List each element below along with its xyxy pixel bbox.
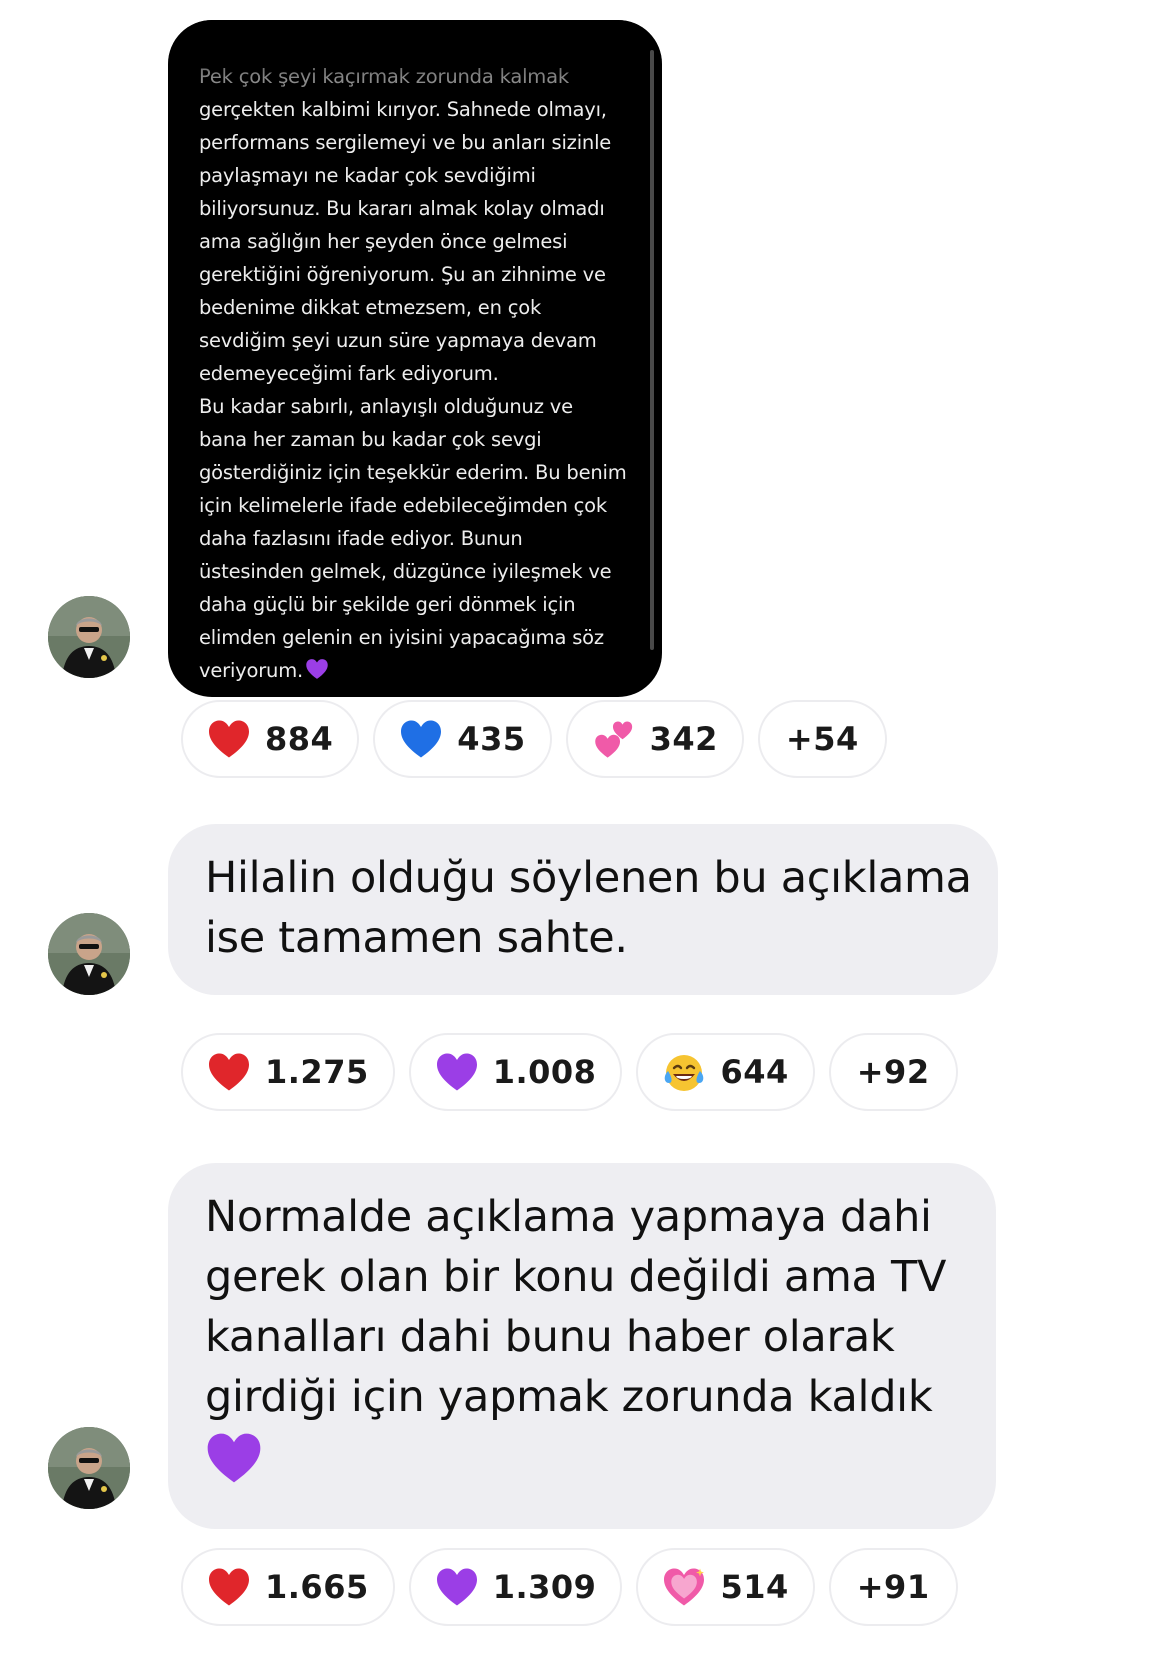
avatar-photo-icon (48, 1427, 130, 1509)
purple-heart-icon (207, 1433, 261, 1483)
more-reactions-pill[interactable]: +54 (757, 700, 887, 778)
avatar-photo-icon (48, 596, 130, 678)
message-line: girdiği için yapmak zorunda kaldık (205, 1372, 933, 1422)
screenshot-line: gerektiğini öğreniyorum. Şu an zihnime v… (199, 263, 606, 286)
purple-heart-icon (436, 1568, 477, 1606)
reaction-pill[interactable]: 1.309 (408, 1548, 623, 1626)
screenshot-line: bana her zaman bu kadar çok sevgi (199, 428, 542, 451)
message-line: Normalde açıklama yapmaya dahi (205, 1192, 932, 1242)
reaction-count: 1.309 (492, 1568, 597, 1606)
more-reactions-count: +91 (856, 1568, 930, 1606)
screenshot-line: paylaşmayı ne kadar çok sevdiğimi (199, 164, 536, 187)
screenshot-line: bedenime dikkat etmezsem, en çok (199, 296, 542, 319)
reaction-count: 342 (649, 720, 718, 758)
screenshot-image-bubble[interactable]: Pek çok şeyi kaçırmak zorunda kalmak ger… (168, 20, 662, 697)
reaction-count: 1.008 (492, 1053, 597, 1091)
purple-heart-icon (436, 1053, 477, 1091)
red-heart-icon (209, 1053, 249, 1091)
screenshot-line: edemeyeceğimi fark ediyorum. (199, 362, 499, 385)
reaction-count: 1.665 (265, 1568, 369, 1606)
two-hearts-icon (594, 721, 632, 758)
reaction-pill[interactable]: 514 (636, 1548, 815, 1626)
reaction-pill[interactable]: 884 (181, 700, 360, 778)
screenshot-line: daha güçlü bir şekilde geri dönmek için (199, 593, 576, 616)
reaction-pill[interactable]: 1.665 (181, 1548, 395, 1626)
message-line: kanalları dahi bunu haber olarak (205, 1312, 895, 1362)
message-line: Hilalin olduğu söylenen bu açıklama (205, 853, 972, 903)
reaction-pill[interactable]: 644 (636, 1033, 815, 1111)
screenshot-line: Bu kadar sabırlı, anlayışlı olduğunuz ve (199, 395, 573, 418)
sender-avatar[interactable] (48, 913, 130, 995)
more-reactions-pill[interactable]: +92 (828, 1033, 958, 1111)
message-bubble[interactable]: Hilalin olduğu söylenen bu açıklama ise … (168, 824, 998, 995)
reaction-count: 435 (457, 720, 526, 758)
screenshot-line-last: veriyorum. (199, 654, 639, 687)
screenshot-line: daha fazlasını ifade ediyor. Bunun (199, 527, 523, 550)
message-line: gerek olan bir konu değildi ama TV (205, 1252, 947, 1302)
sender-avatar[interactable] (48, 596, 130, 678)
reaction-bar: 884 435 342 +54 (181, 700, 887, 780)
screenshot-line: için kelimelerle ifade edebileceğimden ç… (199, 494, 607, 517)
reaction-pill[interactable]: 342 (565, 700, 744, 778)
sparkling-heart-icon (664, 1568, 705, 1606)
screenshot-scroll-indicator (650, 50, 654, 650)
reaction-bar: 1.665 1.309 514 +91 (181, 1548, 958, 1628)
screenshot-text: Pek çok şeyi kaçırmak zorunda kalmak ger… (199, 60, 639, 687)
avatar-photo-icon (48, 913, 130, 995)
screenshot-line: biliyorsunuz. Bu kararı almak kolay olma… (199, 197, 605, 220)
screenshot-line: performans sergilemeyi ve bu anları sizi… (199, 131, 612, 154)
more-reactions-pill[interactable]: +91 (828, 1548, 958, 1626)
more-reactions-count: +92 (856, 1053, 930, 1091)
purple-heart-icon (306, 659, 328, 679)
reaction-count: 644 (720, 1053, 789, 1091)
more-reactions-count: +54 (785, 720, 859, 758)
blue-heart-icon (401, 720, 442, 758)
red-heart-icon (209, 720, 249, 758)
reaction-count: 1.275 (265, 1053, 369, 1091)
message-line: ise tamamen sahte. (205, 913, 628, 963)
screenshot-line: sevdiğim şeyi uzun süre yapmaya devam (199, 329, 597, 352)
screenshot-line: gerçekten kalbimi kırıyor. Sahnede olmay… (199, 98, 607, 121)
screenshot-line: gösterdiğiniz için teşekkür ederim. Bu b… (199, 461, 627, 484)
screenshot-line: ama sağlığın her şeyden önce gelmesi (199, 230, 568, 253)
red-heart-icon (209, 1568, 249, 1606)
screenshot-line: üstesinden gelmek, düzgünce iyileşmek ve (199, 560, 612, 583)
chat-thread: Pek çok şeyi kaçırmak zorunda kalmak ger… (0, 0, 1170, 1664)
message-bubble[interactable]: Normalde açıklama yapmaya dahi gerek ola… (168, 1163, 996, 1529)
reaction-count: 514 (720, 1568, 789, 1606)
screenshot-line: Pek çok şeyi kaçırmak zorunda kalmak (199, 65, 569, 88)
reaction-bar: 1.275 1.008 644 +92 (181, 1033, 958, 1113)
screenshot-line-text: veriyorum. (199, 659, 304, 682)
screenshot-line: elimden gelenin en iyisini yapacağıma sö… (199, 626, 604, 649)
reaction-pill[interactable]: 1.275 (181, 1033, 395, 1111)
sender-avatar[interactable] (48, 1427, 130, 1509)
reaction-pill[interactable]: 1.008 (408, 1033, 623, 1111)
reaction-count: 884 (265, 720, 334, 758)
reaction-pill[interactable]: 435 (373, 700, 552, 778)
tears-of-joy-icon (665, 1055, 704, 1091)
